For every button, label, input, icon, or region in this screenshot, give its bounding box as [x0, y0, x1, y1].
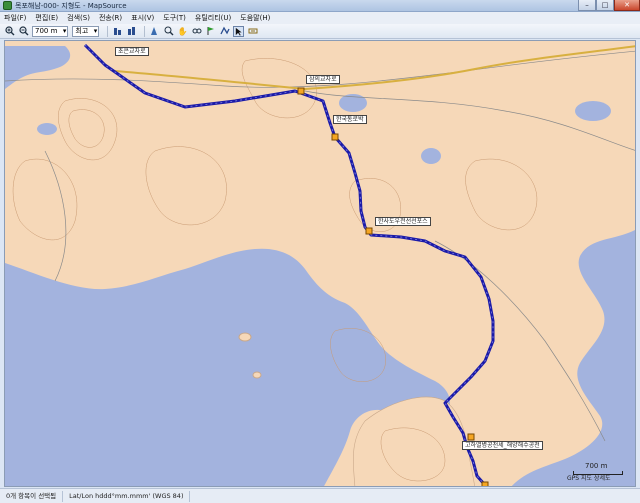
selection-status: 0개 항목이 선택됨 [0, 490, 64, 502]
window-title: 목포해남-000- 지형도 - MapSource [15, 1, 127, 10]
toolbar-separator [107, 25, 109, 37]
maximize-button[interactable]: □ [596, 0, 614, 11]
zoom-level-select[interactable]: 700 m [32, 25, 69, 37]
window-controls: – □ ✕ [578, 0, 640, 12]
toolbar-separator [144, 25, 146, 37]
detail-level-select[interactable]: 최고 [72, 25, 100, 37]
flag-icon[interactable] [205, 26, 216, 37]
map-label[interactable]: 한국통로박 [333, 115, 367, 124]
zoom-out-icon[interactable] [18, 26, 29, 37]
status-bar: 0개 항목이 선택됨 Lat/Lon hddd°mm.mmm' (WGS 84) [0, 488, 640, 503]
lake [37, 123, 57, 135]
track-icon[interactable] [247, 26, 258, 37]
app-icon [3, 1, 12, 10]
zoom-in-icon[interactable] [4, 26, 15, 37]
map-label[interactable]: 삼의교차로 [306, 75, 340, 84]
minimize-button[interactable]: – [578, 0, 596, 11]
route-waypoint [467, 433, 475, 441]
toolbar: 700 m 최고 ✋ [0, 24, 640, 39]
lake [421, 148, 441, 164]
map-label[interactable]: 초은교차로 [115, 47, 149, 56]
map-label[interactable]: 한사도우전선선포스 [375, 217, 431, 226]
scale-label: 700 m [585, 462, 608, 470]
hand-icon[interactable]: ✋ [177, 26, 188, 37]
select-icon[interactable] [149, 26, 160, 37]
route-tool-icon[interactable] [219, 26, 230, 37]
map-canvas[interactable] [5, 41, 636, 487]
menu-search[interactable]: 검색(S) [67, 13, 90, 23]
menu-edit[interactable]: 편집(E) [35, 13, 58, 23]
menu-bar: 파일(F) 편집(E) 검색(S) 전송(R) 표시(V) 도구(T) 유틸리티… [0, 12, 640, 24]
scale-bar: 700 m GPS 지도 상세도 [567, 462, 631, 482]
menu-utilities[interactable]: 유틸리티(U) [195, 13, 231, 23]
map-attribution: GPS 지도 상세도 [567, 475, 611, 482]
route-waypoint [297, 87, 305, 95]
coordinate-format: Lat/Lon hddd°mm.mmm' (WGS 84) [63, 490, 191, 502]
menu-transfer[interactable]: 전송(R) [99, 13, 122, 23]
island [238, 332, 252, 342]
menu-tools[interactable]: 도구(T) [163, 13, 186, 23]
map-label[interactable]: 고하열병공천세_해양해수공천 [462, 441, 543, 450]
menu-view[interactable]: 표시(V) [131, 13, 154, 23]
distance-icon[interactable] [191, 26, 202, 37]
route-waypoint [331, 133, 339, 141]
map-view[interactable]: 초은교차로 삼의교차로 한국통로박 한사도우전선선포스 고하열병공천세_해양해수… [4, 40, 636, 487]
lake [575, 101, 611, 121]
route-waypoint [365, 227, 373, 235]
route-icon[interactable] [126, 26, 137, 37]
zoom-tool-icon[interactable] [163, 26, 174, 37]
pointer-icon[interactable] [233, 25, 245, 37]
menu-file[interactable]: 파일(F) [4, 13, 26, 23]
island [252, 371, 262, 379]
title-bar: 목포해남-000- 지형도 - MapSource – □ ✕ [0, 0, 640, 12]
waypoint-icon[interactable] [112, 26, 123, 37]
menu-help[interactable]: 도움말(H) [240, 13, 270, 23]
route-waypoint [481, 481, 489, 486]
close-button[interactable]: ✕ [614, 0, 640, 11]
